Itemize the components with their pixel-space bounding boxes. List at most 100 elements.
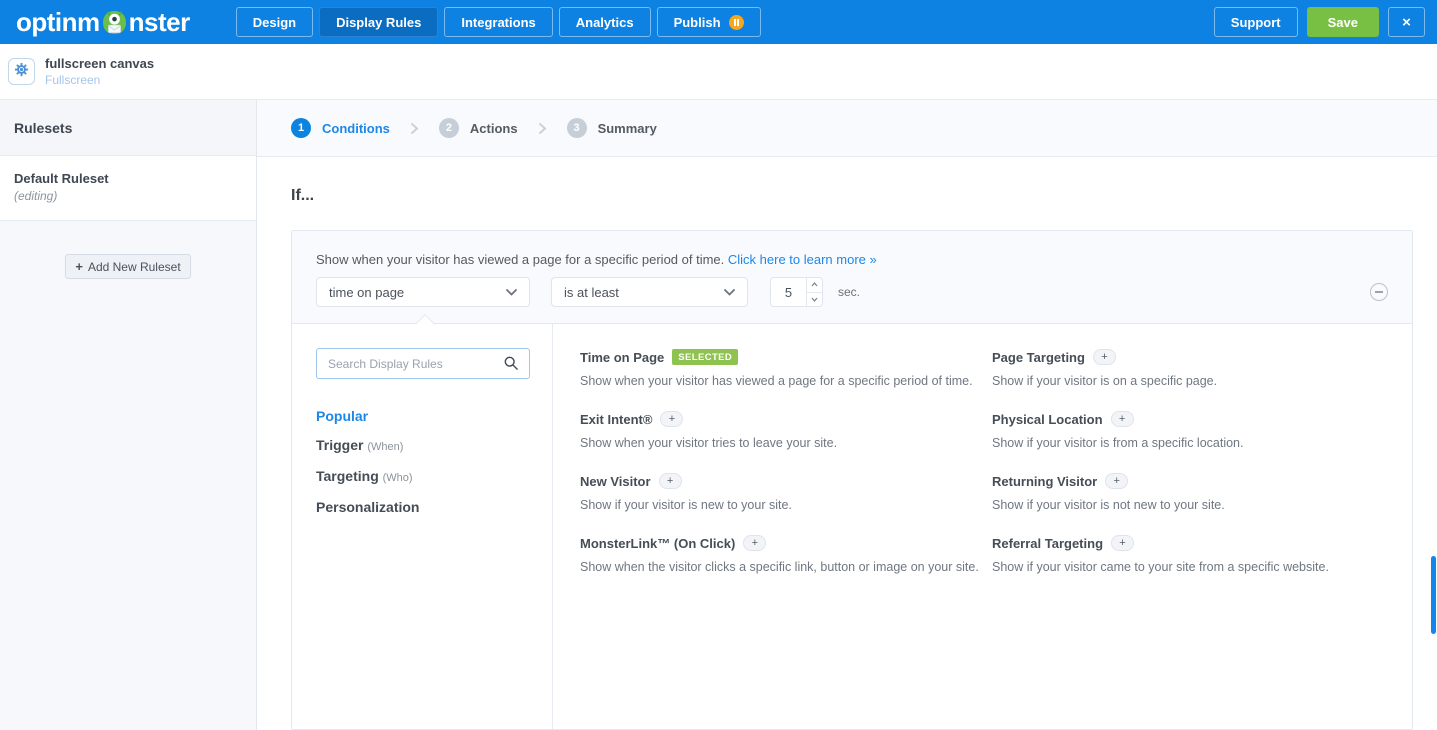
ruleset-name: Default Ruleset — [14, 171, 242, 186]
search-input[interactable] — [316, 348, 530, 379]
optinmonster-logo: optinm nster — [16, 7, 190, 38]
close-icon: × — [1402, 14, 1411, 31]
add-new-ruleset-button[interactable]: + Add New Ruleset — [65, 254, 191, 279]
ruleset-item-default[interactable]: Default Ruleset (editing) — [0, 156, 256, 221]
logo-text-left: optinm — [16, 7, 100, 38]
monster-mascot-icon — [101, 9, 128, 36]
tab-integrations-label: Integrations — [461, 15, 535, 30]
add-rule-plus-icon[interactable]: + — [1105, 473, 1128, 489]
campaign-title: fullscreen canvas — [45, 56, 154, 71]
category-label: Trigger — [316, 437, 363, 453]
rule-title: Physical Location — [992, 412, 1103, 427]
support-button[interactable]: Support — [1214, 7, 1298, 37]
rule-description: Show when the visitor clicks a specific … — [580, 560, 980, 574]
conditions-content: If... Show when your visitor has viewed … — [257, 157, 1437, 730]
navbar-right-actions: Support Save × — [1214, 7, 1425, 37]
rule-page-targeting[interactable]: Page Targeting + Show if your visitor is… — [992, 349, 1392, 388]
rule-type-select[interactable]: time on page — [316, 277, 530, 307]
rules-browser: Popular Trigger (When) Targeting (Who) — [292, 324, 1412, 729]
rule-description: Show if your visitor is not new to your … — [992, 498, 1392, 512]
tab-publish[interactable]: Publish — [657, 7, 761, 37]
condition-description-text: Show when your visitor has viewed a page… — [316, 252, 724, 267]
tab-integrations[interactable]: Integrations — [444, 7, 552, 37]
campaign-settings-button[interactable] — [8, 58, 35, 85]
steps-bar: 1 Conditions 2 Actions 3 Summary — [257, 100, 1437, 157]
campaign-type-label: Fullscreen — [45, 73, 154, 87]
search-icon — [504, 356, 518, 375]
chevron-right-icon — [538, 122, 547, 135]
rule-title: Page Targeting — [992, 350, 1085, 365]
rule-title: New Visitor — [580, 474, 651, 489]
comparison-select[interactable]: is at least — [551, 277, 748, 307]
rule-description: Show when your visitor tries to leave yo… — [580, 436, 980, 450]
rule-exit-intent[interactable]: Exit Intent® + Show when your visitor tr… — [580, 411, 980, 450]
step-2-label: Actions — [470, 121, 518, 136]
tab-analytics-label: Analytics — [576, 15, 634, 30]
step-2-circle: 2 — [439, 118, 459, 138]
category-suffix: (When) — [367, 441, 403, 453]
rulesets-heading: Rulesets — [0, 100, 256, 156]
add-new-ruleset-label: Add New Ruleset — [88, 260, 181, 274]
step-summary[interactable]: 3 Summary — [567, 118, 657, 138]
tab-publish-label: Publish — [674, 15, 721, 30]
category-label: Popular — [316, 408, 368, 424]
page-scrollbar-thumb[interactable] — [1431, 556, 1436, 634]
campaign-meta: fullscreen canvas Fullscreen — [45, 56, 154, 87]
category-personalization[interactable]: Personalization — [316, 499, 528, 516]
stepper-up-button[interactable] — [807, 278, 822, 293]
add-rule-plus-icon[interactable]: + — [660, 411, 683, 427]
category-trigger[interactable]: Trigger (When) — [316, 437, 528, 456]
rule-title: Time on Page — [580, 350, 664, 365]
ruleset-editing-status: (editing) — [14, 189, 242, 203]
category-label: Personalization — [316, 499, 419, 515]
add-rule-plus-icon[interactable]: + — [1093, 349, 1116, 365]
category-targeting[interactable]: Targeting (Who) — [316, 468, 528, 487]
rule-time-on-page[interactable]: Time on Page SELECTED Show when your vis… — [580, 349, 980, 388]
step-3-label: Summary — [598, 121, 657, 136]
rulesets-sidebar: Rulesets Default Ruleset (editing) + Add… — [0, 100, 257, 730]
search-box — [316, 348, 528, 379]
add-rule-plus-icon[interactable]: + — [1111, 411, 1134, 427]
rule-returning-visitor[interactable]: Returning Visitor + Show if your visitor… — [992, 473, 1392, 512]
gear-icon — [14, 62, 29, 82]
nav-tabs: Design Display Rules Integrations Analyt… — [236, 7, 761, 37]
seconds-stepper — [770, 277, 823, 307]
step-1-circle: 1 — [291, 118, 311, 138]
save-button-label: Save — [1328, 15, 1358, 30]
rule-description: Show if your visitor came to your site f… — [992, 560, 1392, 574]
rule-title: Returning Visitor — [992, 474, 1097, 489]
chevron-down-icon — [506, 289, 517, 296]
category-suffix: (Who) — [383, 472, 413, 484]
close-builder-button[interactable]: × — [1388, 7, 1425, 37]
selected-badge: SELECTED — [672, 349, 738, 365]
step-conditions[interactable]: 1 Conditions — [291, 118, 390, 138]
add-rule-plus-icon[interactable]: + — [659, 473, 682, 489]
seconds-input[interactable] — [771, 278, 806, 306]
add-rule-plus-icon[interactable]: + — [1111, 535, 1134, 551]
category-popular[interactable]: Popular — [316, 408, 528, 425]
tab-analytics[interactable]: Analytics — [559, 7, 651, 37]
remove-condition-button[interactable] — [1370, 283, 1388, 301]
learn-more-link[interactable]: Click here to learn more » — [728, 252, 877, 267]
condition-controls: time on page is at least — [316, 277, 1388, 307]
logo-text-right: nster — [129, 7, 190, 38]
rule-description: Show if your visitor is new to your site… — [580, 498, 980, 512]
stepper-down-button[interactable] — [807, 293, 822, 307]
plus-icon: + — [75, 259, 83, 274]
rule-description: Show when your visitor has viewed a page… — [580, 374, 980, 388]
rule-new-visitor[interactable]: New Visitor + Show if your visitor is ne… — [580, 473, 980, 512]
rule-monsterlink[interactable]: MonsterLink™ (On Click) + Show when the … — [580, 535, 980, 574]
seconds-unit-label: sec. — [838, 285, 860, 299]
add-rule-plus-icon[interactable]: + — [743, 535, 766, 551]
rules-grid: Time on Page SELECTED Show when your vis… — [553, 324, 1412, 729]
condition-description: Show when your visitor has viewed a page… — [316, 252, 1388, 267]
stepper-buttons — [806, 278, 822, 306]
rule-physical-location[interactable]: Physical Location + Show if your visitor… — [992, 411, 1392, 450]
category-label: Targeting — [316, 468, 379, 484]
tab-design[interactable]: Design — [236, 7, 313, 37]
save-button[interactable]: Save — [1307, 7, 1379, 37]
step-actions[interactable]: 2 Actions — [439, 118, 518, 138]
rule-referral-targeting[interactable]: Referral Targeting + Show if your visito… — [992, 535, 1392, 574]
rules-column-right: Page Targeting + Show if your visitor is… — [992, 349, 1392, 597]
tab-display-rules[interactable]: Display Rules — [319, 7, 438, 37]
